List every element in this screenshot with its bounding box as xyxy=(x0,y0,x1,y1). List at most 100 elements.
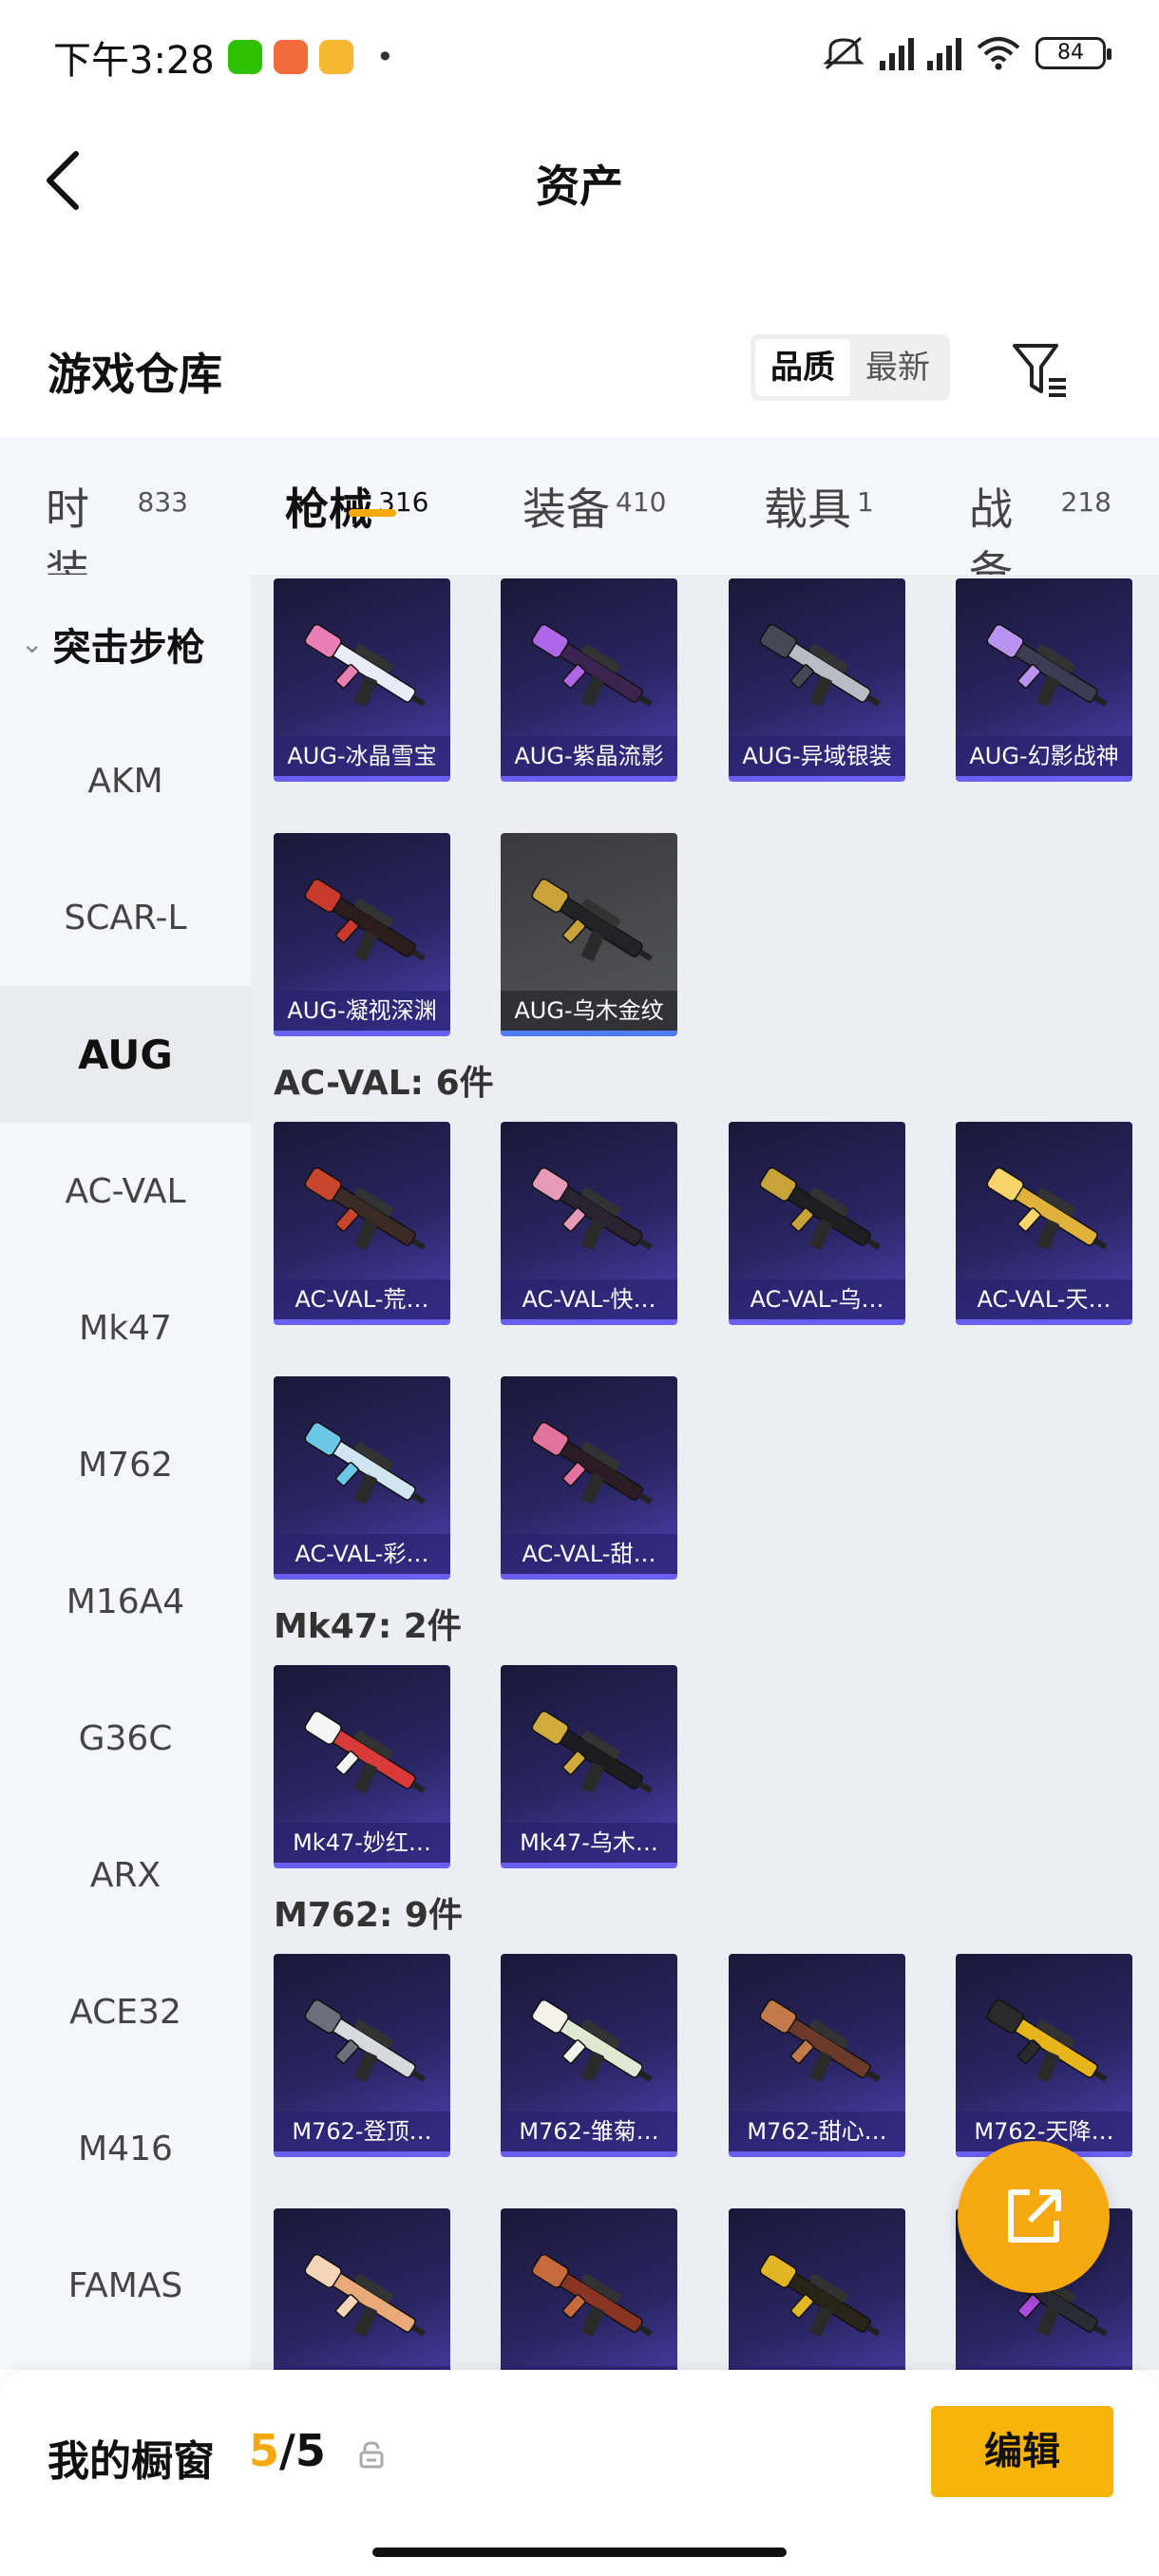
status-indicators: 84 xyxy=(821,34,1112,72)
weapon-name: AUG-乌木金纹 xyxy=(501,991,677,1031)
tab-count: 833 xyxy=(137,486,188,518)
app-notification-icon xyxy=(273,40,308,74)
sidebar-item-g36c[interactable]: G36C xyxy=(0,1670,251,1807)
weapon-card[interactable]: AC-VAL-彩… xyxy=(274,1376,450,1580)
weapon-name: Mk47-乌木… xyxy=(501,1823,677,1863)
weapon-card[interactable]: AUG-紫晶流影 xyxy=(501,578,677,782)
weapon-card[interactable]: Mk47-乌木… xyxy=(501,1665,677,1868)
showcase-separator: / xyxy=(279,2425,295,2476)
sort-quality-option[interactable]: 品质 xyxy=(755,339,850,396)
status-time: 下午3:28 xyxy=(53,39,215,83)
sidebar-group-header[interactable]: ⌄ 突击步枪 xyxy=(0,575,251,712)
sidebar-item-akm[interactable]: AKM xyxy=(0,712,251,849)
weapon-name: AUG-凝视深渊 xyxy=(274,991,450,1031)
rifle-icon xyxy=(531,1421,653,1505)
page-title: 资产 xyxy=(536,161,623,212)
sort-toggle: 品质 最新 xyxy=(750,334,950,401)
rifle-icon xyxy=(531,623,653,707)
rifle-icon xyxy=(304,623,426,707)
section-label: AC-VAL: 6件 xyxy=(274,1064,494,1103)
status-bar: 下午3:28 • 84 xyxy=(0,0,1159,114)
weapon-card[interactable]: AC-VAL-乌… xyxy=(729,1122,905,1325)
weapon-card[interactable]: AC-VAL-天… xyxy=(956,1122,1132,1325)
header: 资产 xyxy=(0,114,1159,247)
sidebar-item-ace32[interactable]: ACE32 xyxy=(0,1943,251,2080)
warehouse-title: 游戏仓库 xyxy=(48,349,222,400)
sidebar-item-m416[interactable]: M416 xyxy=(0,2080,251,2217)
showcase-bar: 我的橱窗 5/5 编辑 xyxy=(0,2370,1159,2576)
filter-button[interactable] xyxy=(1007,336,1074,403)
sidebar-item-mk47[interactable]: Mk47 xyxy=(0,1260,251,1396)
tab-label: 枪械 xyxy=(285,483,372,535)
weapon-card[interactable]: AUG-乌木金纹 xyxy=(501,833,677,1036)
weapon-card[interactable]: AC-VAL-快… xyxy=(501,1122,677,1325)
tab-category-2[interactable]: 装备 410 xyxy=(522,437,694,538)
weapon-name: M762-雏菊… xyxy=(501,2112,677,2151)
weapon-card[interactable]: M762-天降… xyxy=(956,1954,1132,2157)
section-label: M762: 9件 xyxy=(274,1896,463,1935)
more-notifications-icon: • xyxy=(375,39,394,75)
rifle-icon xyxy=(986,1166,1108,1250)
weapon-card[interactable]: AC-VAL-荒… xyxy=(274,1122,450,1325)
tab-count: 1 xyxy=(857,486,874,518)
notes-app-icon xyxy=(318,40,353,74)
sidebar-group-title: 突击步枪 xyxy=(52,625,205,670)
lock-icon xyxy=(359,2441,384,2469)
weapon-type-sidebar: ⌄ 突击步枪 AKM SCAR-L AUG AC-VAL Mk47 M762 M16A4 G3… xyxy=(0,575,251,2370)
rifle-icon xyxy=(304,1166,426,1250)
mute-icon xyxy=(823,36,864,70)
showcase-current: 5 xyxy=(249,2425,280,2476)
weapon-card[interactable]: M762-红… xyxy=(501,2208,677,2370)
rifle-icon xyxy=(531,1710,653,1793)
weapon-name: AC-VAL-快… xyxy=(501,1279,677,1319)
weapon-card[interactable]: AC-VAL-甜… xyxy=(501,1376,677,1580)
share-fab-button[interactable] xyxy=(958,2141,1110,2293)
rifle-icon xyxy=(304,878,426,961)
weapon-name: Mk47-妙红… xyxy=(274,1823,450,1863)
rifle-icon xyxy=(531,878,653,961)
tab-label: 装备 xyxy=(522,483,610,535)
weapon-card[interactable]: M762-登顶… xyxy=(274,1954,450,2157)
weapon-card[interactable]: AUG-幻影战神 xyxy=(956,578,1132,782)
weapon-card[interactable]: AUG-异域银装 xyxy=(729,578,905,782)
weapon-card[interactable]: M762-甜心… xyxy=(729,1954,905,2157)
rifle-icon xyxy=(531,1998,653,2082)
tab-category-3[interactable]: 载具 1 xyxy=(764,437,897,538)
rifle-icon xyxy=(759,2253,881,2337)
weapon-card[interactable]: M762-粉… xyxy=(274,2208,450,2370)
sidebar-item-aug[interactable]: AUG xyxy=(0,986,251,1123)
weapon-name: AC-VAL-天… xyxy=(956,1279,1132,1319)
edit-button[interactable]: 编辑 xyxy=(931,2406,1113,2497)
sidebar-item-scar-l[interactable]: SCAR-L xyxy=(0,849,251,986)
wifi-icon xyxy=(977,37,1020,70)
chevron-down-icon: ⌄ xyxy=(21,628,44,659)
weapon-name: AUG-冰晶雪宝 xyxy=(274,736,450,776)
signal-icon xyxy=(880,36,914,70)
sidebar-item-arx[interactable]: ARX xyxy=(0,1807,251,1943)
showcase-title: 我的橱窗 xyxy=(48,2437,215,2486)
tab-count: 218 xyxy=(1060,486,1112,518)
rifle-icon xyxy=(304,1421,426,1505)
weapon-card[interactable]: M762-雏菊… xyxy=(501,1954,677,2157)
sidebar-item-m762[interactable]: M762 xyxy=(0,1396,251,1533)
rifle-icon xyxy=(986,623,1108,707)
sidebar-item-ac-val[interactable]: AC-VAL xyxy=(0,1123,251,1260)
weapon-card[interactable]: AUG-凝视深渊 xyxy=(274,833,450,1036)
home-indicator[interactable] xyxy=(372,2548,787,2557)
sort-newest-option[interactable]: 最新 xyxy=(850,339,945,396)
weapon-card[interactable]: Mk47-妙红… xyxy=(274,1665,450,1868)
weapon-card[interactable]: AUG-冰晶雪宝 xyxy=(274,578,450,782)
sidebar-item-m16a4[interactable]: M16A4 xyxy=(0,1533,251,1670)
showcase-count: 5/5 xyxy=(249,2425,326,2476)
weapon-name: M762-甜心… xyxy=(729,2112,905,2151)
weapon-name: AC-VAL-彩… xyxy=(274,1534,450,1574)
tab-label: 载具 xyxy=(764,483,851,535)
tab-category-1[interactable]: 枪械 316 xyxy=(285,437,504,538)
share-icon xyxy=(1008,2189,1061,2243)
rifle-icon xyxy=(304,1710,426,1793)
weapon-card[interactable]: M762-金… xyxy=(729,2208,905,2370)
battery-icon: 84 xyxy=(1036,37,1112,69)
sidebar-item-famas[interactable]: FAMAS xyxy=(0,2217,251,2354)
weapon-name: AC-VAL-荒… xyxy=(274,1279,450,1319)
weapon-name: AC-VAL-甜… xyxy=(501,1534,677,1574)
